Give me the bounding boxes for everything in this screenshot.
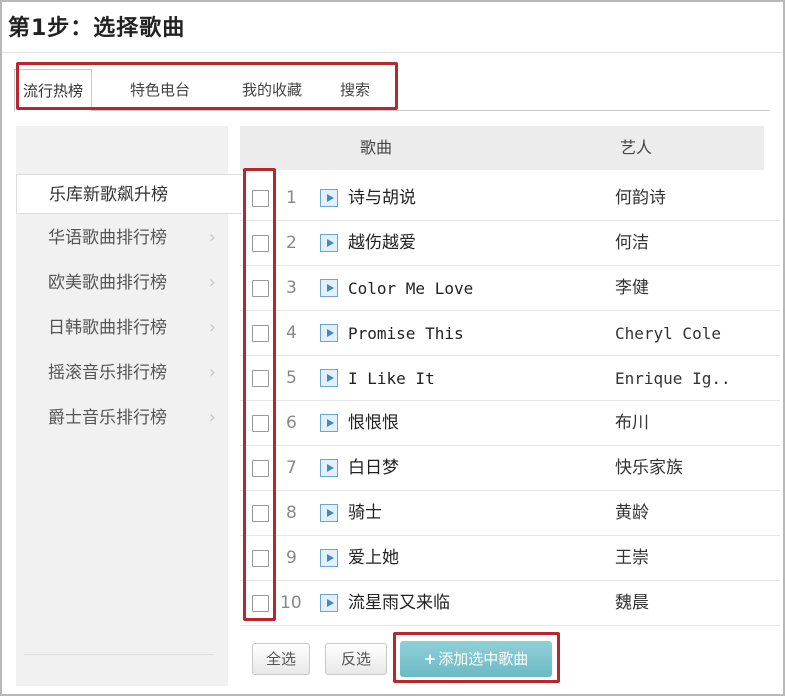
song-checkbox[interactable]: [252, 280, 269, 297]
chevron-right-icon: ›: [208, 362, 216, 383]
song-checkbox[interactable]: [252, 370, 269, 387]
table-row: 2 越伤越爱 何洁: [240, 221, 780, 266]
add-selected-label: 添加选中歌曲: [438, 650, 529, 668]
tab-popular-charts[interactable]: 流行热榜: [14, 69, 93, 112]
chart-sidebar: 乐库新歌飙升榜 华语歌曲排行榜 › 欧美歌曲排行榜 › 日韩歌曲排行榜 › 摇滚…: [16, 126, 242, 686]
play-icon[interactable]: [320, 324, 338, 342]
play-icon[interactable]: [320, 234, 338, 252]
song-checkbox[interactable]: [252, 415, 269, 432]
sidebar-divider: [24, 654, 214, 655]
chevron-right-icon: ›: [208, 317, 216, 338]
song-title[interactable]: 越伤越爱: [348, 221, 416, 266]
table-row: 9 爱上她 王崇: [240, 536, 780, 581]
play-icon[interactable]: [320, 549, 338, 567]
row-number: 2: [286, 233, 297, 253]
tab-bar: 流行热榜 特色电台 我的收藏 搜索: [14, 69, 770, 112]
song-title[interactable]: 爱上她: [348, 536, 399, 581]
row-number: 7: [286, 458, 297, 478]
select-all-button[interactable]: 全选: [252, 643, 310, 675]
row-number: 1: [286, 188, 297, 208]
table-row: 6 恨恨恨 布川: [240, 401, 780, 446]
sidebar-item-label: 摇滚音乐排行榜: [48, 363, 167, 383]
play-icon[interactable]: [320, 414, 338, 432]
tab-my-favorites[interactable]: 我的收藏: [242, 69, 302, 111]
table-row: 3 Color Me Love 李健: [240, 266, 780, 311]
chevron-right-icon: ›: [208, 407, 216, 428]
play-icon[interactable]: [320, 279, 338, 297]
song-checkbox[interactable]: [252, 190, 269, 207]
page-title: 第1步：选择歌曲: [8, 16, 186, 41]
row-number: 4: [286, 323, 297, 343]
song-title[interactable]: 骑士: [348, 491, 382, 536]
sidebar-item-chinese-chart[interactable]: 华语歌曲排行榜 ›: [16, 218, 228, 258]
sidebar-item-label: 欧美歌曲排行榜: [48, 273, 167, 293]
row-number: 8: [286, 503, 297, 523]
song-title[interactable]: Promise This: [348, 311, 464, 356]
sidebar-item-label: 日韩歌曲排行榜: [48, 318, 167, 338]
song-title[interactable]: 诗与胡说: [348, 176, 416, 221]
sidebar-item-label: 爵士音乐排行榜: [48, 408, 167, 428]
plus-icon: +: [423, 650, 437, 668]
song-title[interactable]: 白日梦: [348, 446, 399, 491]
song-title[interactable]: Color Me Love: [348, 266, 473, 311]
row-number: 10: [280, 593, 302, 613]
song-title[interactable]: 流星雨又来临: [348, 581, 450, 626]
artist-name[interactable]: Cheryl Cole: [615, 311, 721, 356]
artist-name[interactable]: 黄龄: [615, 491, 649, 536]
artist-name[interactable]: 何洁: [615, 221, 649, 266]
sidebar-item-rock-chart[interactable]: 摇滚音乐排行榜 ›: [16, 353, 228, 393]
sidebar-item-label: 华语歌曲排行榜: [48, 228, 167, 248]
song-checkbox[interactable]: [252, 505, 269, 522]
play-icon[interactable]: [320, 459, 338, 477]
add-selected-songs-button[interactable]: + 添加选中歌曲: [400, 641, 552, 677]
row-number: 6: [286, 413, 297, 433]
column-header-artist: 艺人: [620, 138, 653, 157]
song-selection-panel: 第1步：选择歌曲 流行热榜 特色电台 我的收藏 搜索 乐库新歌飙升榜 华语歌曲排…: [0, 0, 785, 696]
table-row: 1 诗与胡说 何韵诗: [240, 176, 780, 221]
table-row: 5 I Like It Enrique Ig..: [240, 356, 780, 401]
song-title[interactable]: I Like It: [348, 356, 435, 401]
invert-selection-button[interactable]: 反选: [325, 643, 387, 675]
sidebar-item-western-chart[interactable]: 欧美歌曲排行榜 ›: [16, 263, 228, 303]
song-checkbox[interactable]: [252, 235, 269, 252]
play-icon[interactable]: [320, 594, 338, 612]
artist-name[interactable]: 布川: [615, 401, 649, 446]
table-row: 4 Promise This Cheryl Cole: [240, 311, 780, 356]
sidebar-item-jazz-chart[interactable]: 爵士音乐排行榜 ›: [16, 398, 228, 438]
artist-name[interactable]: 魏晨: [615, 581, 649, 626]
sidebar-item-japan-korea-chart[interactable]: 日韩歌曲排行榜 ›: [16, 308, 228, 348]
table-row: 10 流星雨又来临 魏晨: [240, 581, 780, 626]
artist-name[interactable]: 何韵诗: [615, 176, 666, 221]
artist-name[interactable]: 王崇: [615, 536, 649, 581]
row-number: 3: [286, 278, 297, 298]
play-icon[interactable]: [320, 504, 338, 522]
row-number: 5: [286, 368, 297, 388]
artist-name[interactable]: 李健: [615, 266, 649, 311]
sidebar-item-new-songs-chart[interactable]: 乐库新歌飙升榜: [16, 174, 242, 214]
table-row: 8 骑士 黄龄: [240, 491, 780, 536]
play-icon[interactable]: [320, 189, 338, 207]
tab-featured-radio[interactable]: 特色电台: [130, 69, 190, 111]
play-icon[interactable]: [320, 369, 338, 387]
song-checkbox[interactable]: [252, 595, 269, 612]
artist-name[interactable]: 快乐家族: [615, 446, 683, 491]
chevron-right-icon: ›: [208, 227, 216, 248]
table-row: 7 白日梦 快乐家族: [240, 446, 780, 491]
song-checkbox[interactable]: [252, 325, 269, 342]
column-header-song: 歌曲: [360, 138, 393, 157]
tab-search[interactable]: 搜索: [340, 69, 370, 111]
title-divider: [2, 52, 783, 53]
table-header: 歌曲 艺人: [240, 126, 764, 170]
song-checkbox[interactable]: [252, 460, 269, 477]
chevron-right-icon: ›: [208, 272, 216, 293]
song-checkbox[interactable]: [252, 550, 269, 567]
row-number: 9: [286, 548, 297, 568]
sidebar-item-label: 乐库新歌飙升榜: [49, 185, 168, 205]
artist-name[interactable]: Enrique Ig..: [615, 356, 731, 401]
song-title[interactable]: 恨恨恨: [348, 401, 399, 446]
